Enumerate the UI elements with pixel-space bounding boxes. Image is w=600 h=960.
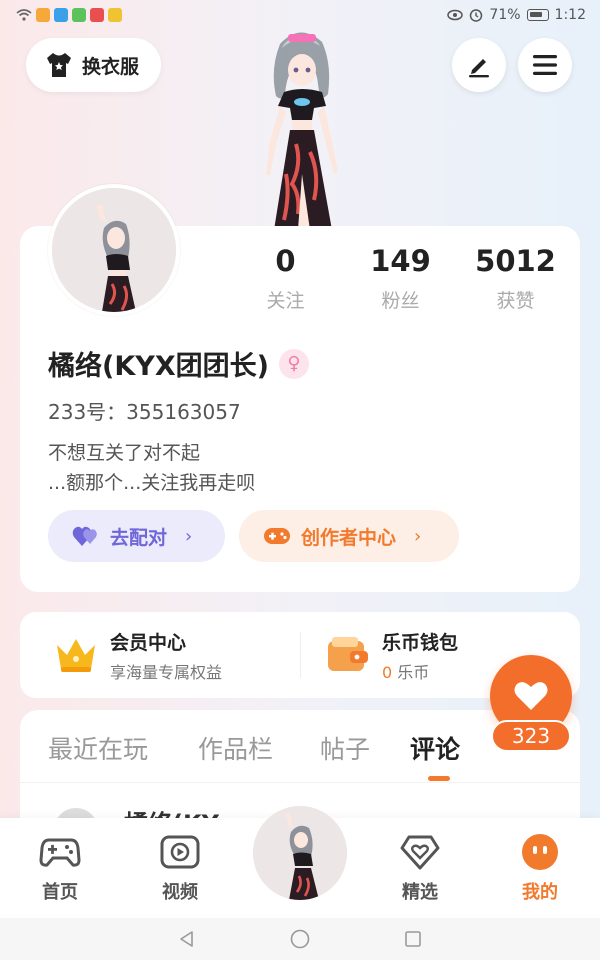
eye-icon xyxy=(447,9,464,21)
home-icon[interactable] xyxy=(290,929,310,949)
center-avatar-button[interactable] xyxy=(253,806,347,900)
wifi-icon xyxy=(16,9,32,21)
stat-likes-label: 获赞 xyxy=(496,290,535,312)
chevron-right-icon: › xyxy=(185,525,193,547)
smile-face-icon xyxy=(522,834,558,870)
change-outfit-button[interactable]: 换衣服 xyxy=(26,38,162,92)
like-count: 323 xyxy=(491,720,571,752)
nav-featured-label: 精选 xyxy=(402,882,438,903)
wallet-amount: 0 xyxy=(382,662,393,682)
chevron-right-icon: › xyxy=(414,525,422,547)
clock: 1:12 xyxy=(554,7,586,23)
stat-followers[interactable]: 149 粉丝 xyxy=(343,244,458,313)
profile-stats: 0 关注 149 粉丝 5012 获赞 xyxy=(228,244,580,313)
coin-wallet[interactable]: 乐币钱包 0 乐币 xyxy=(326,612,458,698)
tab-recent-play[interactable]: 最近在玩 xyxy=(48,730,148,766)
stat-following-label: 关注 xyxy=(266,290,305,312)
tshirt-icon xyxy=(47,53,71,77)
profile-avatar[interactable] xyxy=(48,184,180,316)
bio-line: ...额那个...关注我再走呗 xyxy=(48,472,256,494)
bio: 不想互关了对不起 ...额那个...关注我再走呗 xyxy=(48,438,255,498)
stat-followers-label: 粉丝 xyxy=(381,290,420,312)
heart-pair-icon xyxy=(72,526,97,546)
match-label: 去配对 xyxy=(110,526,168,549)
nav-video[interactable]: 视频 xyxy=(140,834,220,904)
heart-diamond-icon xyxy=(400,835,440,870)
stat-following-value: 0 xyxy=(275,244,296,278)
match-button[interactable]: 去配对 › xyxy=(48,510,225,562)
app-notification-icon xyxy=(36,8,50,22)
battery-icon xyxy=(526,9,549,21)
video-icon xyxy=(160,835,200,869)
nav-home[interactable]: 首页 xyxy=(20,834,100,904)
edit-button[interactable] xyxy=(452,38,506,92)
tab-comments[interactable]: 评论 xyxy=(410,730,460,766)
gamepad-icon xyxy=(264,528,290,544)
vip-center[interactable]: 会员中心 享海量专属权益 xyxy=(54,612,222,698)
vip-title: 会员中心 xyxy=(110,631,187,654)
system-nav-bar xyxy=(0,918,600,960)
username-row: 橘络(KYX团团长) ♀ xyxy=(48,344,309,383)
app-notification-icon xyxy=(54,8,68,22)
change-outfit-label: 换衣服 xyxy=(82,55,140,78)
divider xyxy=(300,632,301,678)
avatar-figure xyxy=(52,188,176,312)
divider xyxy=(20,782,580,783)
recents-icon[interactable] xyxy=(404,930,422,948)
gamepad-icon xyxy=(39,838,81,867)
stat-likes[interactable]: 5012 获赞 xyxy=(458,244,573,313)
battery-percent: 71% xyxy=(489,7,521,23)
nav-featured[interactable]: 精选 xyxy=(380,834,460,904)
active-tab-indicator xyxy=(428,776,450,781)
user-id[interactable]: 233号：355163057 xyxy=(48,396,241,425)
tab-works[interactable]: 作品栏 xyxy=(198,730,273,766)
stat-likes-value: 5012 xyxy=(475,244,556,278)
creator-center-label: 创作者中心 xyxy=(301,526,397,549)
alarm-icon xyxy=(470,9,483,22)
pen-icon xyxy=(469,59,489,78)
vip-subtitle: 享海量专属权益 xyxy=(110,662,223,682)
nav-mine-label: 我的 xyxy=(522,882,558,903)
bio-line: 不想互关了对不起 xyxy=(48,442,201,464)
menu-icon xyxy=(533,55,557,75)
username: 橘络(KYX团团长) xyxy=(48,351,269,382)
wallet-balance: 0 乐币 xyxy=(382,659,458,683)
app-notification-icon xyxy=(90,8,104,22)
stat-followers-value: 149 xyxy=(370,244,431,278)
wallet-icon xyxy=(328,637,368,671)
creator-center-button[interactable]: 创作者中心 › xyxy=(239,510,459,562)
app-notification-icon xyxy=(72,8,86,22)
menu-button[interactable] xyxy=(518,38,572,92)
back-icon[interactable] xyxy=(178,930,196,948)
app-notification-icon xyxy=(108,8,122,22)
character-figure[interactable] xyxy=(240,24,360,230)
stat-following[interactable]: 0 关注 xyxy=(228,244,343,313)
female-icon: ♀ xyxy=(278,348,309,379)
heart-icon xyxy=(514,682,548,710)
avatar-figure xyxy=(253,806,347,900)
notification-icons xyxy=(16,8,122,22)
nav-mine[interactable]: 我的 xyxy=(500,834,580,904)
crown-icon xyxy=(57,639,95,672)
nav-video-label: 视频 xyxy=(162,882,198,903)
tab-posts[interactable]: 帖子 xyxy=(320,730,370,766)
wallet-unit: 乐币 xyxy=(397,662,430,682)
nav-home-label: 首页 xyxy=(42,882,78,903)
wallet-title: 乐币钱包 xyxy=(382,631,459,654)
